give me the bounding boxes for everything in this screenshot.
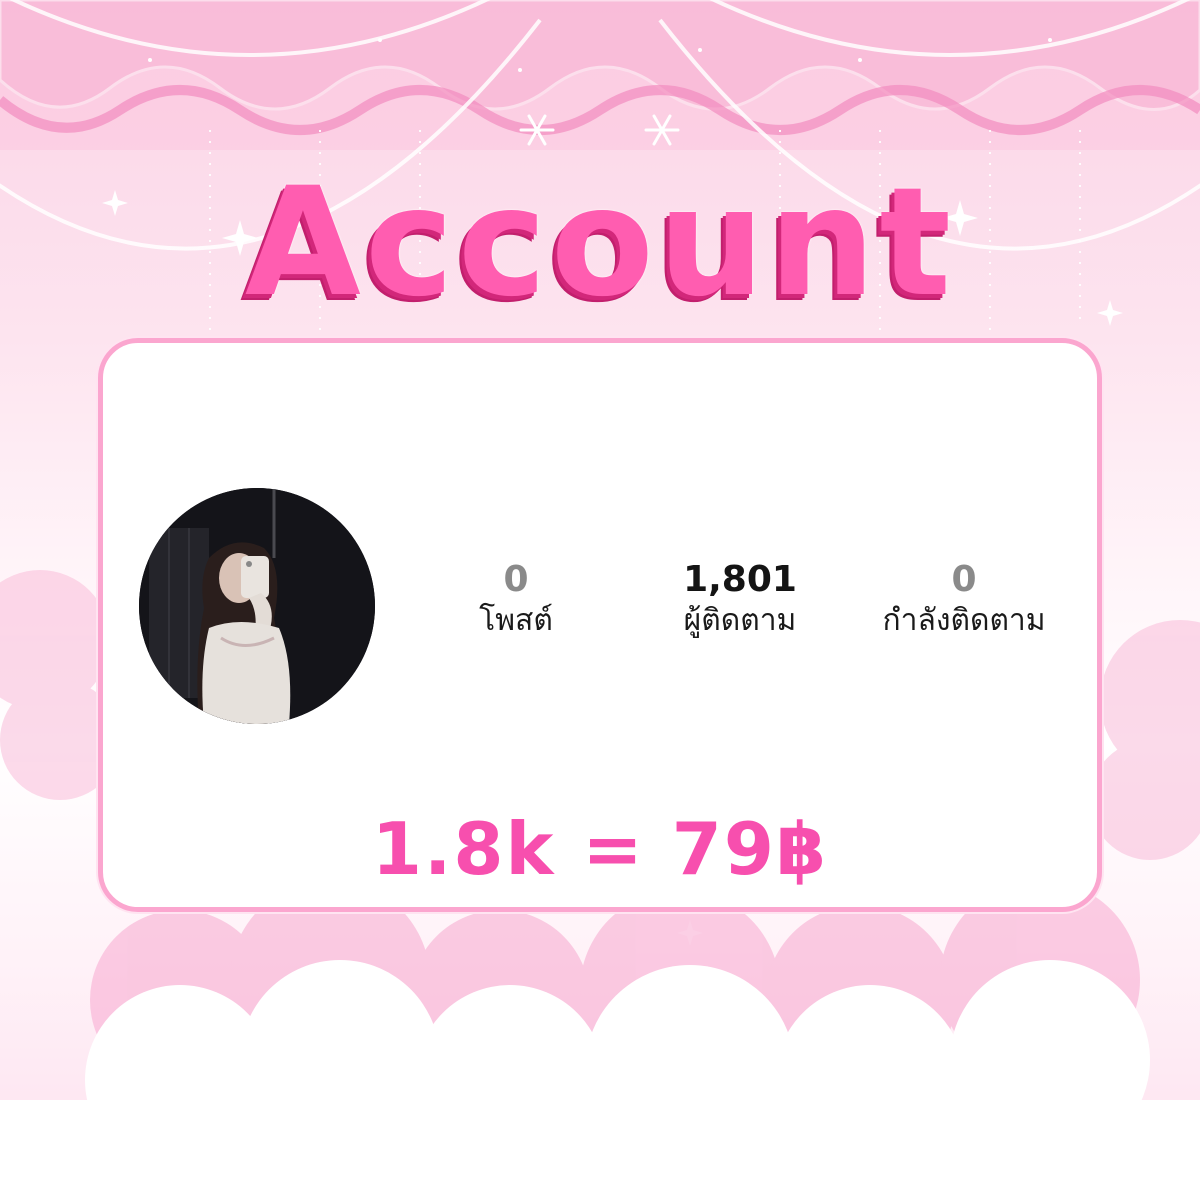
- posts-count: 0: [503, 559, 529, 600]
- stat-followers[interactable]: 1,801 ผู้ติดตาม: [620, 561, 860, 639]
- stat-posts[interactable]: 0 โพสต์: [396, 561, 636, 639]
- followers-label: ผู้ติดตาม: [683, 602, 797, 638]
- account-card: 0 โพสต์ 1,801 ผู้ติดตาม 0 กำลังติดตาม 1.…: [98, 338, 1102, 912]
- stat-following[interactable]: 0 กำลังติดตาม: [844, 561, 1084, 639]
- avatar[interactable]: [139, 488, 375, 724]
- following-label: กำลังติดตาม: [882, 602, 1046, 638]
- followers-count: 1,801: [683, 559, 797, 600]
- posts-label: โพสต์: [479, 602, 553, 638]
- following-count: 0: [951, 559, 977, 600]
- price-label: 1.8k = 79฿: [371, 807, 829, 891]
- page-title: Account: [244, 156, 956, 330]
- profile-photo-icon: [139, 488, 375, 724]
